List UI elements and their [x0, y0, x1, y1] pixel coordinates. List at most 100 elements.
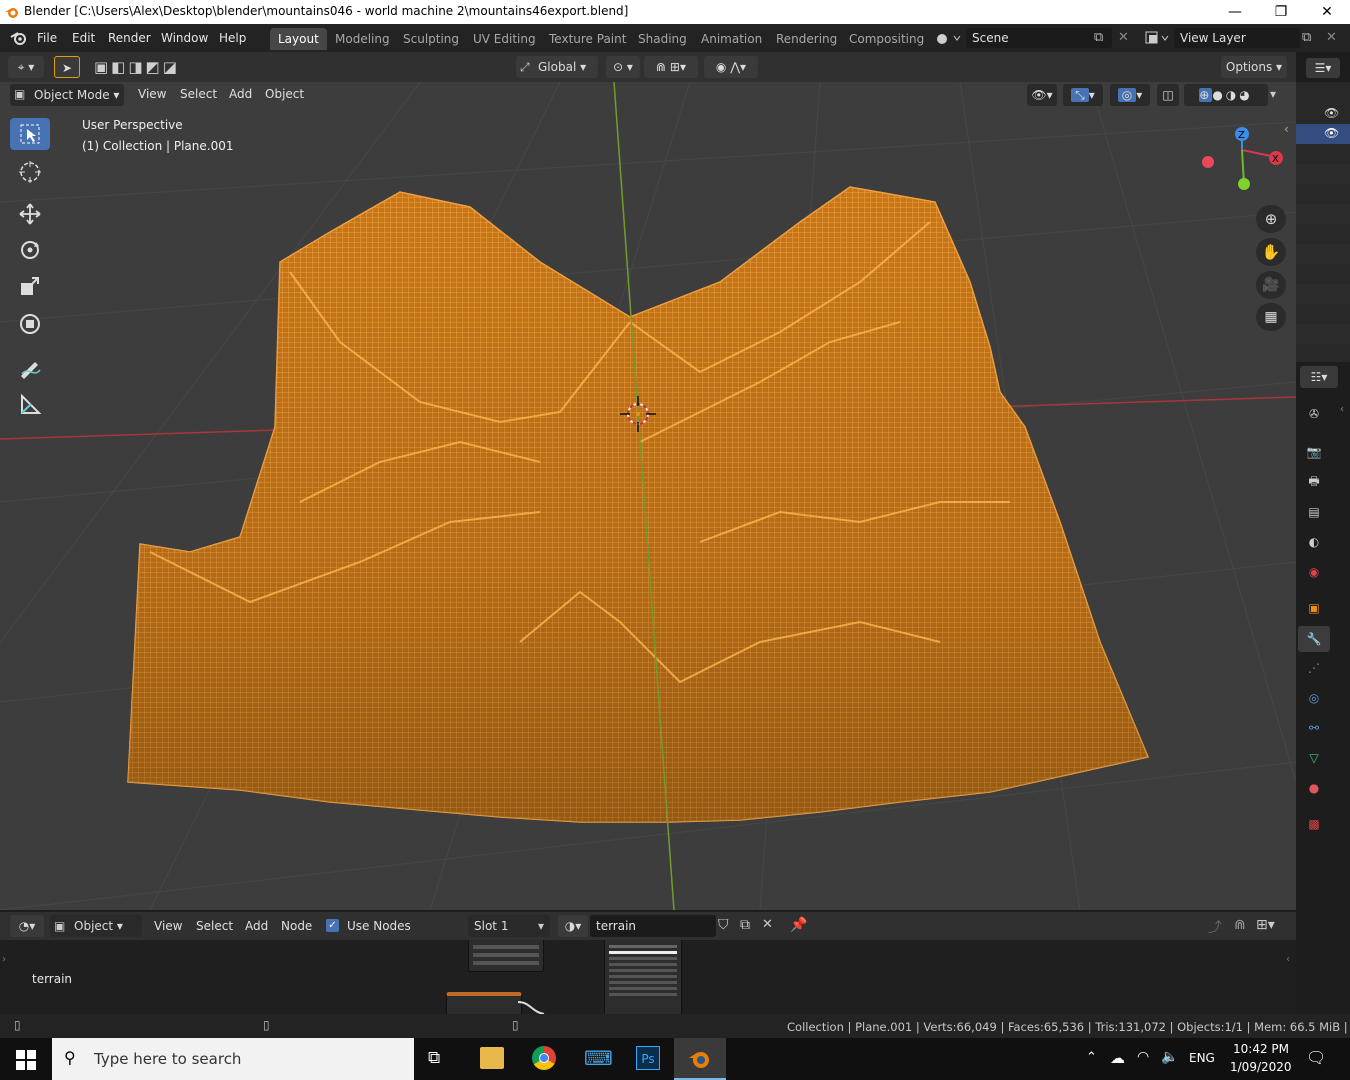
world-properties-icon[interactable]: ◉ — [1304, 562, 1324, 582]
3d-viewport[interactable]: Object Mode ▾ ▣ View Select Add Object 👁… — [0, 82, 1296, 910]
clock-date[interactable]: 1/09/2020 — [1230, 1060, 1292, 1074]
node-snap-element-icon[interactable]: ⊞▾ — [1256, 917, 1275, 933]
view-layer-copy-icon[interactable]: ⧉ — [1302, 30, 1311, 45]
tool-select-box[interactable] — [10, 118, 50, 150]
node-menu-view[interactable]: View — [154, 919, 182, 933]
parent-node-tree-icon[interactable]: ⤴ — [1208, 917, 1222, 937]
output-properties-icon[interactable]: 🖶 — [1304, 472, 1324, 492]
object-properties-icon[interactable]: ▣ — [1304, 598, 1324, 618]
language-indicator[interactable]: ENG — [1189, 1051, 1215, 1065]
scene-properties-icon[interactable]: ◐ — [1304, 532, 1324, 552]
options-dropdown[interactable]: Options ▾ — [1221, 56, 1287, 78]
image-texture-node[interactable] — [468, 940, 544, 972]
tool-cursor[interactable] — [10, 156, 50, 188]
tool-scale[interactable] — [10, 270, 50, 302]
menu-file[interactable]: File — [37, 31, 57, 45]
tab-animation[interactable]: Animation — [693, 28, 770, 50]
texture-node[interactable] — [446, 992, 522, 1014]
menu-help[interactable]: Help — [219, 31, 246, 45]
menu-add[interactable]: Add — [229, 87, 252, 101]
shading-mode-buttons[interactable]: ⊕●◑◕ — [1184, 84, 1268, 106]
task-view-icon[interactable]: ⧉ — [428, 1048, 440, 1068]
selection-mode-icons[interactable]: ▣◧◨◩◪ — [94, 58, 180, 76]
properties-editor-type-button[interactable]: ☷▾ — [1300, 366, 1338, 388]
visibility-dropdown[interactable]: 👁▾ — [1027, 84, 1057, 106]
blender-menu-icon[interactable] — [10, 30, 28, 46]
material-browse-button[interactable]: ◑▾ — [558, 915, 588, 937]
taskbar-search-box[interactable]: ⚲ Type here to search — [52, 1038, 414, 1080]
tab-texture-paint[interactable]: Texture Paint — [541, 28, 634, 50]
outliner-row-collection[interactable]: 👁 — [1296, 104, 1350, 124]
view-layer-remove-icon[interactable]: ✕ — [1326, 30, 1337, 45]
perspective-toggle-icon[interactable]: ▦ — [1256, 303, 1286, 331]
pivot-point-button[interactable]: ⊙ ▾ — [606, 56, 640, 78]
render-properties-icon[interactable]: 📷 — [1304, 442, 1324, 462]
file-explorer-icon[interactable] — [480, 1047, 504, 1069]
use-nodes-checkbox[interactable]: ✓ — [326, 919, 339, 932]
overlay-toggle[interactable]: ◎ ▾ — [1110, 84, 1150, 106]
material-unlink-icon[interactable]: ✕ — [762, 917, 773, 932]
node-editor-canvas[interactable]: terrain › ‹ — [0, 940, 1296, 1014]
select-tool-button[interactable]: ➤ — [54, 56, 80, 78]
scene-copy-icon[interactable]: ⧉ — [1094, 30, 1103, 45]
node-sidebar-expand-icon[interactable]: ‹ — [1286, 954, 1290, 965]
node-menu-add[interactable]: Add — [245, 919, 268, 933]
proportional-editing-button[interactable]: ◉ ⋀▾ — [704, 56, 758, 78]
tool-annotate[interactable] — [10, 352, 50, 384]
maximize-button[interactable]: ❐ — [1258, 0, 1304, 24]
close-button[interactable]: ✕ — [1304, 0, 1350, 24]
view-layer-icon[interactable] — [1144, 30, 1172, 46]
tab-compositing[interactable]: Compositing — [841, 28, 932, 50]
menu-view[interactable]: View — [138, 87, 166, 101]
windows-start-icon[interactable] — [16, 1050, 36, 1070]
node-menu-node[interactable]: Node — [281, 919, 312, 933]
menu-window[interactable]: Window — [161, 31, 208, 45]
tool-transform[interactable] — [10, 308, 50, 340]
menu-render[interactable]: Render — [108, 31, 151, 45]
tool-properties-icon[interactable]: ✇ — [1304, 404, 1324, 424]
view-layer-properties-icon[interactable]: ▤ — [1304, 502, 1324, 522]
tab-rendering[interactable]: Rendering — [768, 28, 845, 50]
material-properties-icon[interactable]: ● — [1304, 778, 1324, 798]
volume-icon[interactable]: 🔈 — [1161, 1049, 1178, 1065]
gizmo-toggle[interactable]: ⤡ ▾ — [1063, 84, 1103, 106]
gizmo-neg-x-axis[interactable] — [1202, 156, 1214, 168]
material-copy-icon[interactable]: ⧉ — [740, 917, 750, 933]
data-properties-icon[interactable]: ▽ — [1304, 748, 1324, 768]
node-editor-type-button[interactable]: ◔▾ — [10, 915, 44, 937]
pan-hand-icon[interactable]: ✋ — [1256, 238, 1286, 266]
pin-icon[interactable]: 📌 — [790, 917, 807, 933]
tab-modeling[interactable]: Modeling — [327, 28, 398, 50]
scene-field[interactable]: Scene — [966, 28, 1112, 48]
material-name-field[interactable]: terrain — [590, 915, 716, 937]
tab-shading[interactable]: Shading — [630, 28, 695, 50]
outliner-row-plane-selected[interactable]: 👁 — [1296, 124, 1350, 144]
node-menu-select[interactable]: Select — [196, 919, 233, 933]
snapping-button[interactable]: ⋒ ⊞▾ — [644, 56, 698, 78]
tab-uv-editing[interactable]: UV Editing — [465, 28, 544, 50]
shading-dropdown-icon[interactable]: ▾ — [1270, 87, 1276, 101]
constraint-properties-icon[interactable]: ⚯ — [1304, 718, 1324, 738]
node-snap-icon[interactable]: ⋒ — [1234, 917, 1246, 933]
tool-move[interactable] — [10, 198, 50, 230]
physics-properties-icon[interactable]: ◎ — [1304, 688, 1324, 708]
view-layer-field[interactable]: View Layer — [1174, 28, 1300, 48]
tab-layout[interactable]: Layout — [270, 28, 327, 50]
navigation-gizmo[interactable]: Z X — [1196, 122, 1286, 197]
wifi-icon[interactable]: ◠ — [1137, 1049, 1149, 1065]
visibility-eye-icon[interactable]: 👁 — [1324, 106, 1339, 120]
sidebar-toggle-icon[interactable]: ‹ — [1284, 122, 1289, 136]
node-toolbar-expand-icon[interactable]: › — [2, 954, 6, 965]
zoom-icon[interactable]: ⊕ — [1256, 205, 1286, 233]
scene-selector-icon[interactable] — [934, 30, 964, 46]
fake-user-shield-icon[interactable]: ⛉ — [718, 917, 729, 933]
tray-expand-icon[interactable]: ⌃ — [1086, 1050, 1097, 1065]
tool-measure[interactable] — [10, 388, 50, 420]
texture-properties-icon[interactable]: ▩ — [1304, 814, 1324, 834]
tab-sculpting[interactable]: Sculpting — [395, 28, 467, 50]
editor-type-button[interactable]: ⌖ ▾ — [8, 56, 44, 78]
notifications-icon[interactable]: 🗨 — [1306, 1048, 1326, 1067]
xray-toggle[interactable]: ◫ — [1157, 84, 1179, 106]
particle-properties-icon[interactable]: ⋰ — [1304, 658, 1324, 678]
principled-bsdf-node[interactable] — [604, 940, 682, 1014]
